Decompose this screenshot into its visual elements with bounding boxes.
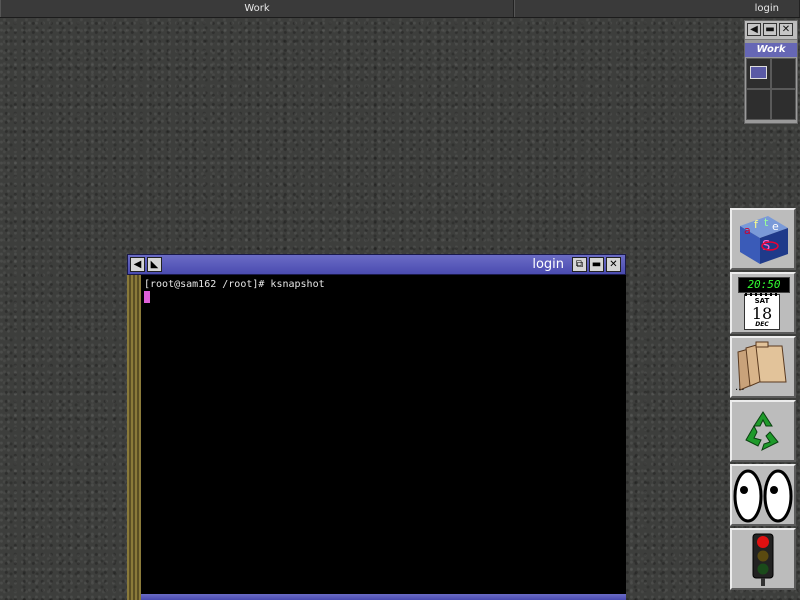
- clock-calendar-button[interactable]: 20:50 SAT 18 DEC: [730, 272, 796, 334]
- recycle-icon: [745, 411, 779, 451]
- terminal-content[interactable]: [root@sam162 /root]# ksnapshot: [141, 275, 626, 595]
- svg-text:a: a: [744, 224, 751, 237]
- file-manager-button[interactable]: ...: [730, 336, 796, 398]
- taskbar-item-work-label: Work: [244, 3, 270, 14]
- pager-desk-cell[interactable]: [771, 58, 796, 89]
- terminal-prompt-line: [root@sam162 /root]# ksnapshot: [144, 279, 325, 290]
- window-minimize-icon[interactable]: ▬: [589, 257, 604, 272]
- terminal-titlebar[interactable]: ◀ ◣ login ⧉ ▬ ✕: [127, 254, 626, 275]
- pager-menu-icon[interactable]: ◀: [747, 23, 761, 36]
- xeyes-button[interactable]: [730, 464, 796, 526]
- pager-titlebar: ◀ ▬ ✕: [745, 21, 797, 40]
- pager-window-thumbnail[interactable]: [750, 66, 767, 79]
- calendar-rings-icon: [745, 293, 779, 296]
- svg-text:t: t: [764, 216, 769, 229]
- svg-text:e: e: [772, 220, 779, 233]
- terminal-side-handle[interactable]: [127, 275, 141, 600]
- digital-clock: 20:50: [738, 277, 790, 293]
- window-iconify-icon[interactable]: ⧉: [572, 257, 587, 272]
- taskbar-item-work[interactable]: Work: [0, 0, 514, 17]
- terminal-bottom-frame[interactable]: [141, 594, 626, 600]
- pager-close-icon[interactable]: ✕: [779, 23, 793, 36]
- terminal-title: login: [532, 257, 564, 272]
- taskbar: Work login: [0, 0, 800, 18]
- taskbar-item-login-label: login: [754, 3, 779, 14]
- clock-time: 20:50: [747, 278, 781, 291]
- pager-grid[interactable]: [746, 58, 796, 120]
- afterstep-cube-icon: a f t e S: [732, 210, 794, 268]
- calendar-month: DEC: [755, 321, 769, 328]
- terminal-window[interactable]: ◀ ◣ login ⧉ ▬ ✕ [root@sam162 /root]# ksn…: [127, 254, 626, 600]
- taskbar-item-login[interactable]: login: [514, 0, 800, 17]
- window-close-icon[interactable]: ✕: [606, 257, 621, 272]
- terminal-cursor: [144, 291, 150, 303]
- calendar-page: SAT 18 DEC: [744, 293, 780, 330]
- desktop-pager[interactable]: ◀ ▬ ✕ Work: [744, 20, 798, 124]
- traffic-light-button[interactable]: [730, 528, 796, 590]
- trash-button[interactable]: [730, 400, 796, 462]
- window-menu-icon[interactable]: ◀: [130, 257, 145, 272]
- pager-minimize-icon[interactable]: ▬: [763, 23, 777, 36]
- window-shade-icon[interactable]: ◣: [147, 257, 162, 272]
- wharf-dock: a f t e S 20:50 SAT 18 DEC ...: [730, 208, 796, 600]
- pager-desk-cell[interactable]: [771, 89, 796, 120]
- eyes-icon: [733, 469, 793, 523]
- svg-text:S: S: [762, 239, 770, 254]
- traffic-light-icon: [752, 533, 774, 586]
- afterstep-logo-button[interactable]: a f t e S: [730, 208, 796, 270]
- pager-desk-cell[interactable]: [746, 89, 771, 120]
- pager-desk-label[interactable]: Work: [745, 43, 797, 57]
- file-manager-dots: ...: [735, 382, 745, 393]
